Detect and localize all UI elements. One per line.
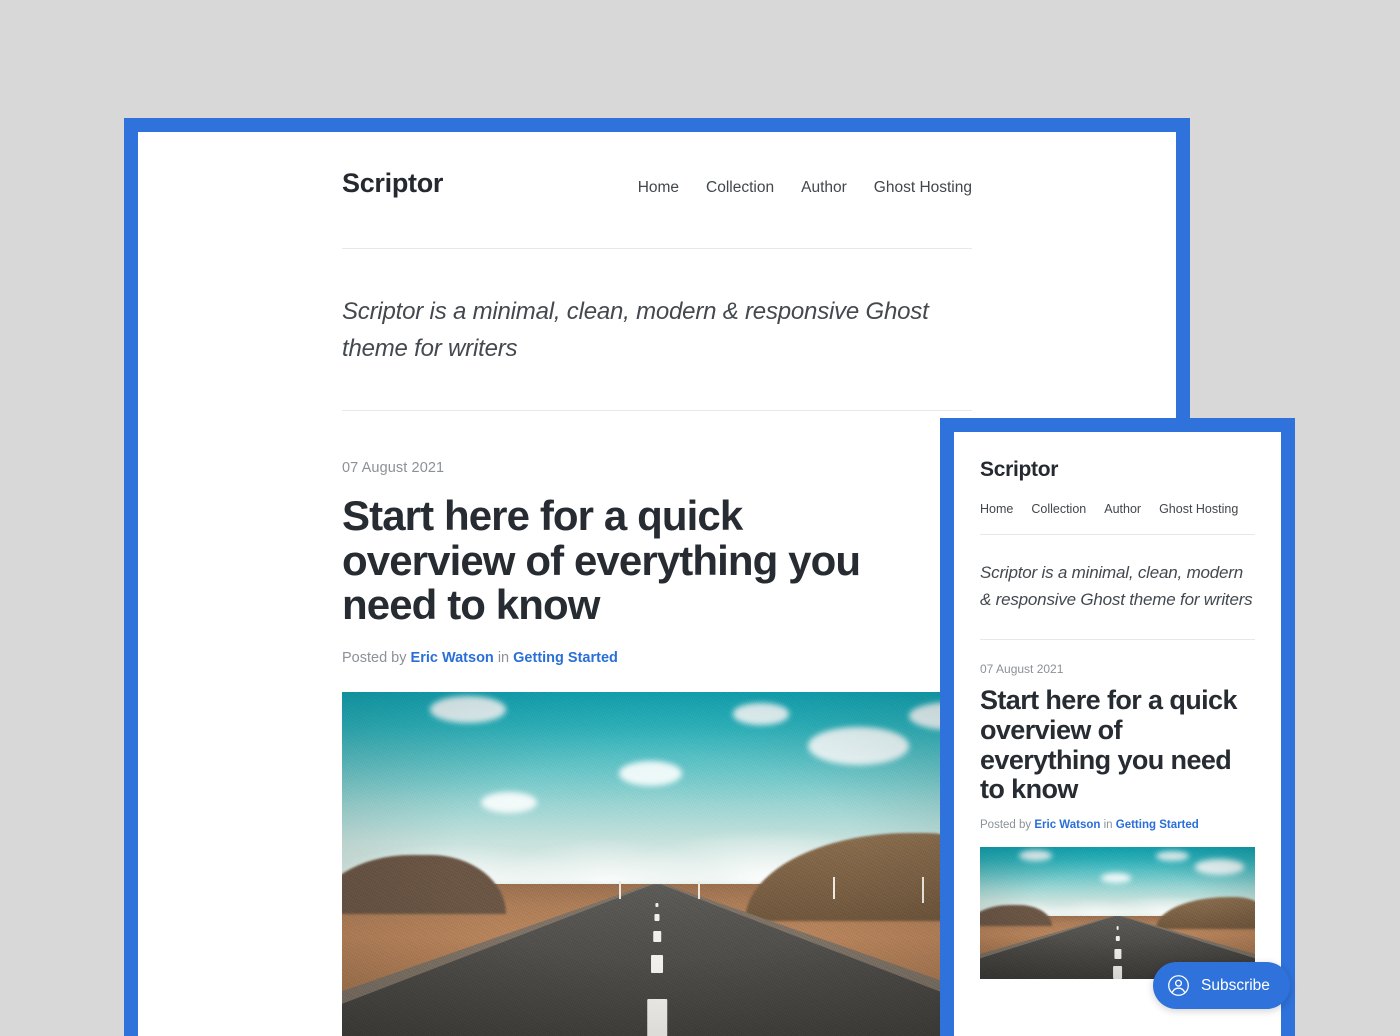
mobile-post-hero-image[interactable]: [980, 847, 1255, 980]
desktop-site-header: Scriptor Home Collection Author Ghost Ho…: [342, 132, 972, 199]
mobile-site-title: Scriptor: [980, 458, 1059, 481]
mobile-post-author-link[interactable]: Eric Watson: [1034, 819, 1100, 831]
post-author-link[interactable]: Eric Watson: [411, 650, 494, 666]
subscribe-button-label: Subscribe: [1201, 976, 1270, 994]
mobile-post-tag-link[interactable]: Getting Started: [1116, 819, 1199, 831]
post-title[interactable]: Start here for a quick overview of every…: [342, 494, 922, 628]
site-title: Scriptor: [342, 168, 444, 198]
mobile-viewport: Scriptor Home Collection Author Ghost Ho…: [954, 432, 1281, 1036]
mobile-road-landscape-photo: [980, 847, 1255, 980]
nav-item-collection[interactable]: Collection: [706, 179, 774, 197]
mobile-main-nav: Home Collection Author Ghost Hosting: [980, 502, 1255, 516]
post-date: 07 August 2021: [342, 460, 445, 477]
mobile-nav-item-author[interactable]: Author: [1104, 502, 1141, 516]
mobile-post-byline: Posted by Eric Watson in Getting Started: [980, 819, 1255, 831]
photo-vignette: [342, 691, 972, 1036]
mobile-nav-item-ghost-hosting[interactable]: Ghost Hosting: [1159, 502, 1238, 516]
post-card[interactable]: 07 August 2021 Start here for a quick ov…: [342, 411, 972, 1036]
byline-joiner: in: [497, 649, 510, 666]
account-circle-icon: [1167, 974, 1190, 997]
road-landscape-photo: [342, 691, 972, 1036]
site-tagline: Scriptor is a minimal, clean, modern & r…: [342, 298, 929, 363]
nav-item-author[interactable]: Author: [801, 179, 847, 197]
mobile-post-card[interactable]: 07 August 2021 Start here for a quick ov…: [980, 640, 1255, 980]
subscribe-button[interactable]: Subscribe: [1153, 962, 1290, 1009]
mobile-byline-prefix: Posted by: [980, 819, 1032, 832]
post-byline: Posted by Eric Watson in Getting Started: [342, 650, 972, 666]
mobile-site-header: Scriptor Home Collection Author Ghost Ho…: [980, 432, 1255, 516]
mobile-preview-frame: Scriptor Home Collection Author Ghost Ho…: [940, 418, 1295, 1036]
mobile-nav-item-collection[interactable]: Collection: [1031, 502, 1086, 516]
post-hero-image[interactable]: [342, 691, 972, 1036]
mobile-byline-joiner: in: [1103, 819, 1113, 832]
mobile-photo-vignette: [980, 847, 1255, 980]
nav-item-home[interactable]: Home: [638, 179, 679, 197]
mobile-post-date: 07 August 2021: [980, 662, 1064, 677]
nav-item-ghost-hosting[interactable]: Ghost Hosting: [874, 179, 972, 197]
mobile-site-tagline: Scriptor is a minimal, clean, modern & r…: [980, 563, 1253, 610]
byline-prefix: Posted by: [342, 649, 407, 666]
mobile-nav-item-home[interactable]: Home: [980, 502, 1013, 516]
mobile-post-title[interactable]: Start here for a quick overview of every…: [980, 686, 1255, 805]
desktop-main-nav: Home Collection Author Ghost Hosting: [638, 179, 972, 197]
post-tag-link[interactable]: Getting Started: [513, 650, 618, 666]
